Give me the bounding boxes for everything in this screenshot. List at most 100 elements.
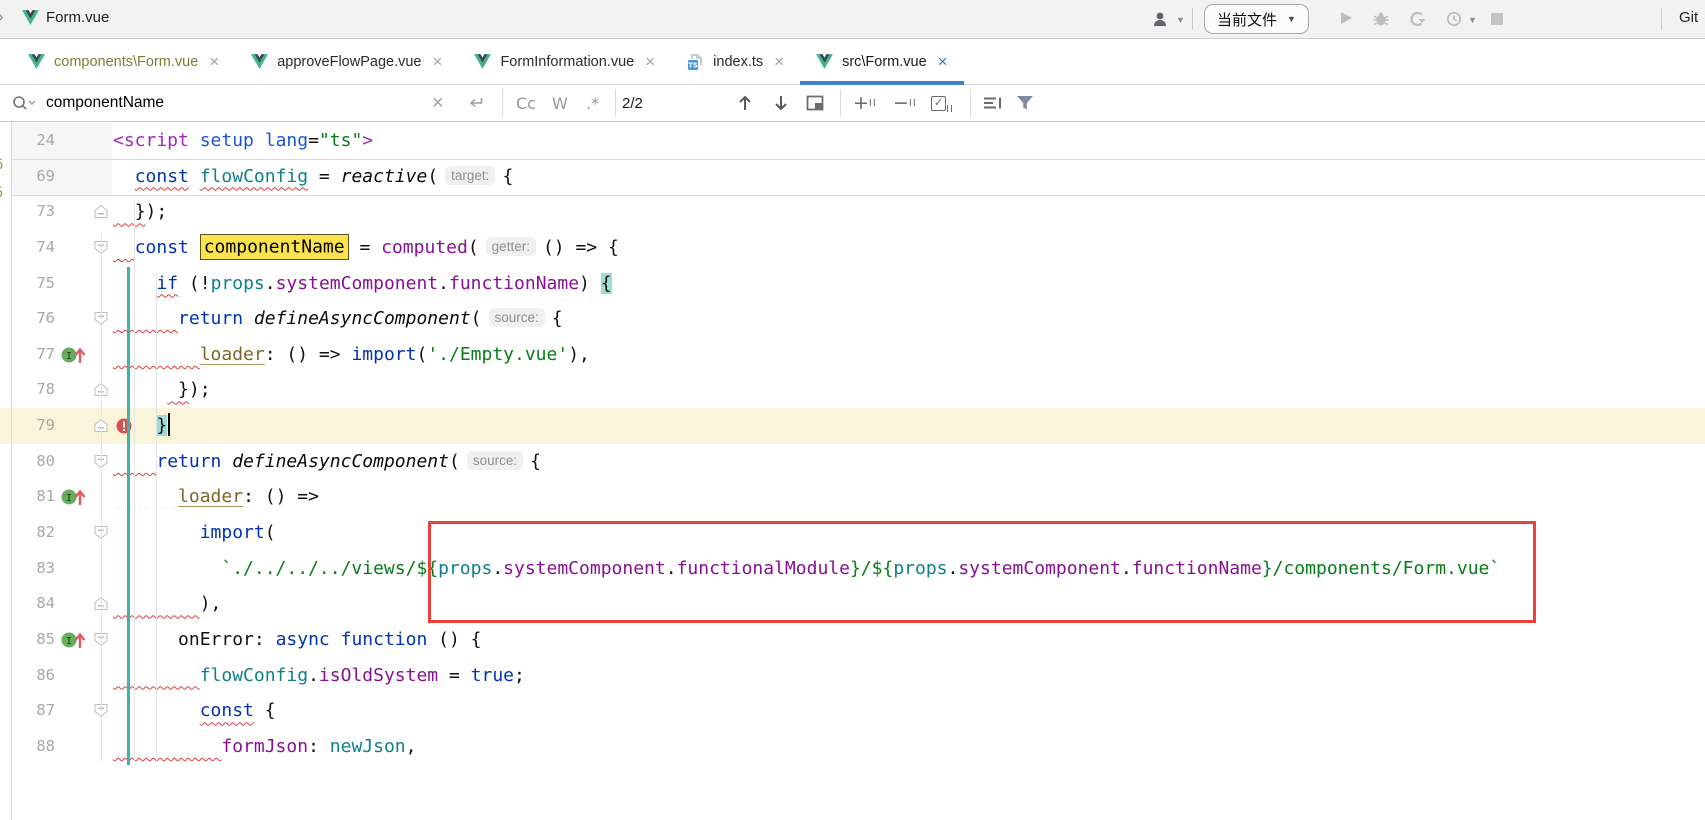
user-icon[interactable] xyxy=(1152,10,1172,33)
line-number: 77 xyxy=(0,337,55,373)
match-case-toggle[interactable]: Cc xyxy=(516,85,536,121)
gutter-markers xyxy=(58,372,116,408)
code-text[interactable]: loader: () => import('./Empty.vue'), xyxy=(113,337,590,373)
stop-icon[interactable] xyxy=(1490,12,1504,31)
code-text[interactable]: <script setup lang="ts"> xyxy=(113,123,373,159)
implemented-marker-icon[interactable]: I xyxy=(60,628,88,657)
svg-text:I: I xyxy=(66,636,72,647)
remove-occurrence-icon[interactable]: −II xyxy=(893,85,917,121)
implemented-marker-icon[interactable]: I xyxy=(60,485,88,514)
fold-marker-icon[interactable] xyxy=(94,418,108,438)
code-text[interactable]: const flowConfig = reactive(target:{ xyxy=(113,159,513,195)
run-configuration-dropdown[interactable]: 当前文件 ▼ xyxy=(1204,4,1309,34)
close-tab-icon[interactable]: × xyxy=(209,52,219,72)
add-occurrence-icon[interactable]: +II xyxy=(853,85,877,121)
editor-line-88[interactable]: 88 formJson: newJson, xyxy=(0,729,1705,765)
editor[interactable]: 24<script setup lang="ts">69 const flowC… xyxy=(0,121,1705,820)
line-number: 84 xyxy=(0,586,55,622)
fold-marker-icon[interactable] xyxy=(94,632,108,652)
vue-file-icon xyxy=(251,54,268,69)
git-menu[interactable]: Git xyxy=(1679,9,1698,26)
fold-marker-icon[interactable] xyxy=(94,454,108,474)
code-text[interactable]: if (!props.systemComponent.functionName)… xyxy=(113,266,612,302)
line-number: 74 xyxy=(0,230,55,266)
editor-line-86[interactable]: 86 flowConfig.isOldSystem = true; xyxy=(0,658,1705,694)
code-text[interactable]: onError: async function () { xyxy=(113,622,482,658)
line-number: 78 xyxy=(0,372,55,408)
code-text[interactable]: return defineAsyncComponent(source:{ xyxy=(113,444,541,480)
filter-icon[interactable] xyxy=(1016,85,1034,121)
implemented-marker-icon[interactable]: I xyxy=(60,343,88,372)
editor-line-78[interactable]: 78 }); xyxy=(0,372,1705,408)
editor-line-81[interactable]: 81 I loader: () => xyxy=(0,479,1705,515)
editor-line-75[interactable]: 75 if (!props.systemComponent.functionNa… xyxy=(0,266,1705,302)
editor-line-87[interactable]: 87 const { xyxy=(0,693,1705,729)
code-text[interactable]: } xyxy=(113,408,170,444)
search-icon[interactable] xyxy=(12,85,36,121)
tab-src-form.vue[interactable]: src\Form.vue× xyxy=(800,39,964,84)
editor-line-82[interactable]: 82 import( xyxy=(0,515,1705,551)
line-number: 88 xyxy=(0,729,55,765)
tab-index.ts[interactable]: TSindex.ts× xyxy=(671,39,800,84)
close-tab-icon[interactable]: × xyxy=(938,52,948,72)
line-number: 87 xyxy=(0,693,55,729)
fold-marker-icon[interactable] xyxy=(94,525,108,545)
svg-text:I: I xyxy=(66,493,72,504)
run-icon[interactable] xyxy=(1338,10,1354,31)
code-text[interactable]: flowConfig.isOldSystem = true; xyxy=(113,658,525,694)
fold-marker-icon[interactable] xyxy=(94,240,108,260)
fold-marker-icon[interactable] xyxy=(94,703,108,723)
editor-line-80[interactable]: 80 return defineAsyncComponent(source:{ xyxy=(0,444,1705,480)
fold-marker-icon[interactable] xyxy=(94,311,108,331)
editor-line-73[interactable]: 73 }); xyxy=(0,194,1705,230)
line-number: 81 xyxy=(0,479,55,515)
line-number: 76 xyxy=(0,301,55,337)
select-all-occurrences-icon[interactable]: ✓II xyxy=(931,85,954,121)
prev-occurrence-icon[interactable] xyxy=(737,85,753,121)
profiler-icon[interactable] xyxy=(1446,11,1463,32)
fold-marker-icon[interactable] xyxy=(94,204,108,224)
editor-line-83[interactable]: 83 `./../../../views/${props.systemCompo… xyxy=(0,551,1705,587)
fold-marker-icon[interactable] xyxy=(94,596,108,616)
tab-components-form.vue[interactable]: components\Form.vue× xyxy=(12,39,235,84)
code-text[interactable]: const componentName = computed(getter:()… xyxy=(113,230,619,266)
editor-line-84[interactable]: 84 ), xyxy=(0,586,1705,622)
search-field-edge xyxy=(615,89,616,117)
words-toggle[interactable]: W xyxy=(552,85,568,121)
coverage-icon[interactable] xyxy=(1408,11,1426,32)
fold-marker-icon[interactable] xyxy=(94,382,108,402)
code-text[interactable]: }); xyxy=(113,372,211,408)
text-caret xyxy=(168,413,170,436)
editor-line-79[interactable]: 79 } xyxy=(0,408,1705,444)
editor-line-85[interactable]: 85I onError: async function () { xyxy=(0,622,1705,658)
code-text[interactable]: const { xyxy=(113,693,276,729)
code-text[interactable]: `./../../../views/${props.systemComponen… xyxy=(113,551,1500,587)
tab-approveflowpage.vue[interactable]: approveFlowPage.vue× xyxy=(235,39,458,84)
profiler-dropdown-arrow-icon[interactable]: ▼ xyxy=(1468,15,1477,25)
newline-icon[interactable] xyxy=(466,85,485,121)
close-tab-icon[interactable]: × xyxy=(433,52,443,72)
editor-line-24[interactable]: 24<script setup lang="ts"> xyxy=(0,123,1705,159)
editor-line-69[interactable]: 69 const flowConfig = reactive(target:{ xyxy=(0,159,1705,195)
open-in-window-icon[interactable] xyxy=(806,85,825,121)
filter-lines-icon[interactable] xyxy=(983,85,1004,121)
regex-toggle[interactable]: .* xyxy=(586,85,599,121)
close-tab-icon[interactable]: × xyxy=(774,52,784,72)
editor-line-76[interactable]: 76 return defineAsyncComponent(source:{ xyxy=(0,301,1705,337)
tab-forminformation.vue[interactable]: FormInformation.vue× xyxy=(458,39,671,84)
line-number: 75 xyxy=(0,266,55,302)
editor-line-74[interactable]: 74 const componentName = computed(getter… xyxy=(0,230,1705,266)
clear-search-icon[interactable]: × xyxy=(432,85,444,121)
close-tab-icon[interactable]: × xyxy=(645,52,655,72)
editor-line-77[interactable]: 77I loader: () => import('./Empty.vue'), xyxy=(0,337,1705,373)
code-text[interactable]: loader: () => xyxy=(113,479,319,515)
debug-icon[interactable] xyxy=(1372,11,1390,32)
code-text[interactable]: formJson: newJson, xyxy=(113,729,416,765)
next-occurrence-icon[interactable] xyxy=(773,85,789,121)
search-input[interactable]: componentName xyxy=(46,85,164,121)
user-dropdown-arrow-icon[interactable]: ▼ xyxy=(1176,15,1185,25)
code-text[interactable]: ), xyxy=(113,586,221,622)
code-text[interactable]: }); xyxy=(113,194,167,230)
code-text[interactable]: import( xyxy=(113,515,276,551)
code-text[interactable]: return defineAsyncComponent(source:{ xyxy=(113,301,563,337)
